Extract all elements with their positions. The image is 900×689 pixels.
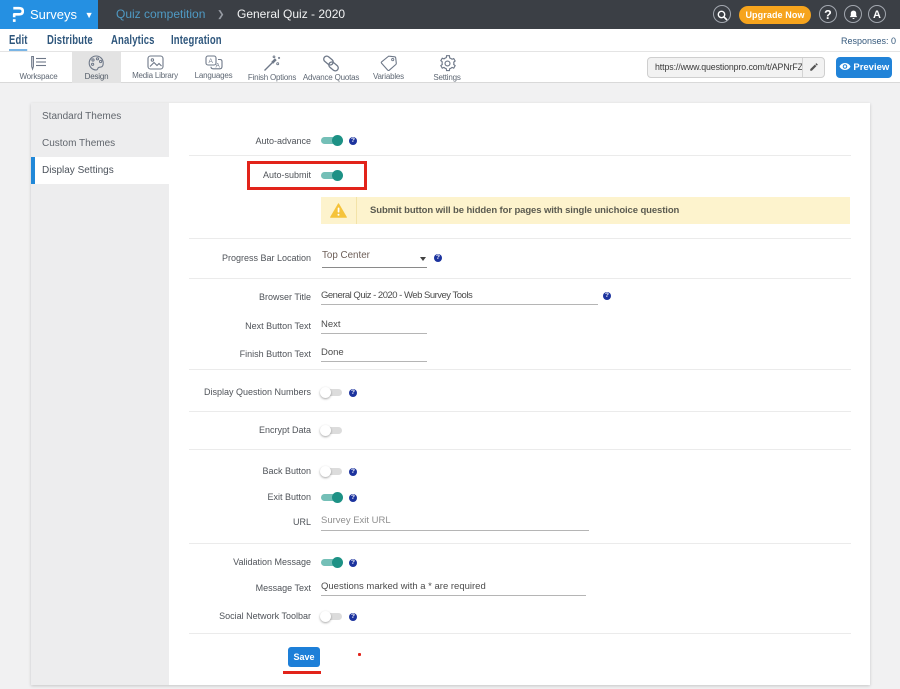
svg-text:A: A [215, 62, 220, 69]
svg-text:A: A [208, 58, 213, 65]
